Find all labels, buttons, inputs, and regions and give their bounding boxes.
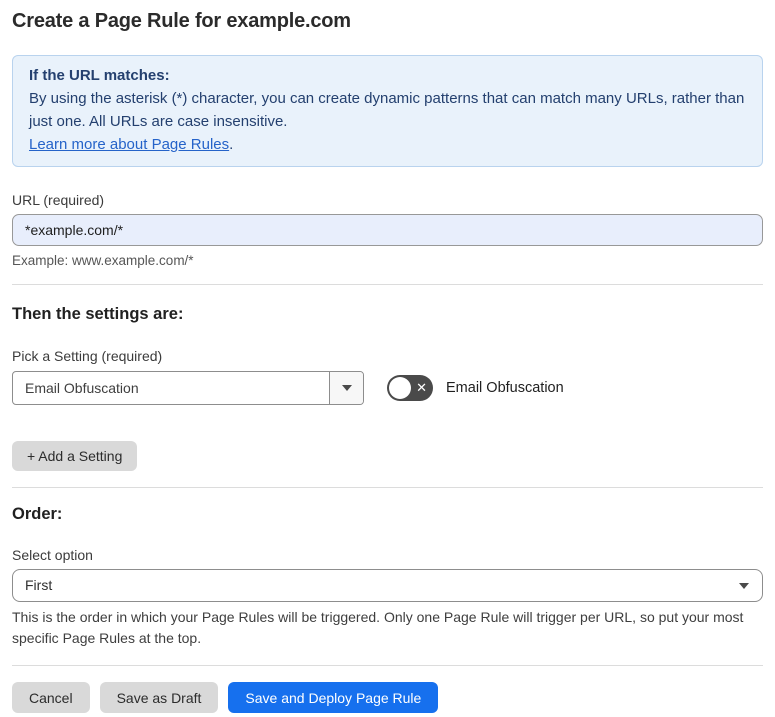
info-box-link-line: Learn more about Page Rules. xyxy=(29,133,746,156)
toggle-label: Email Obfuscation xyxy=(446,380,564,396)
order-section-heading: Order: xyxy=(12,505,63,523)
order-select-value: First xyxy=(25,577,53,593)
save-as-draft-button[interactable]: Save as Draft xyxy=(99,682,219,713)
save-and-deploy-button[interactable]: Save and Deploy Page Rule xyxy=(228,682,439,713)
setting-select-value: Email Obfuscation xyxy=(25,380,139,396)
url-field-label: URL (required) xyxy=(12,192,105,208)
url-example-helper: Example: www.example.com/* xyxy=(12,253,194,268)
url-matches-info-box: If the URL matches: By using the asteris… xyxy=(12,55,763,167)
settings-section-heading: Then the settings are: xyxy=(12,305,184,323)
page-title: Create a Page Rule for example.com xyxy=(12,10,351,32)
setting-select-dropdown-button[interactable] xyxy=(329,372,363,404)
setting-row: Email Obfuscation ✕ Email Obfuscation xyxy=(12,371,763,405)
pick-setting-label: Pick a Setting (required) xyxy=(12,348,163,364)
url-input[interactable] xyxy=(12,214,763,246)
info-box-heading: If the URL matches: xyxy=(29,67,170,84)
footer-actions: Cancel Save as Draft Save and Deploy Pag… xyxy=(12,682,763,713)
toggle-off-x-icon: ✕ xyxy=(416,380,427,396)
divider xyxy=(12,665,763,666)
caret-down-icon xyxy=(341,385,352,391)
info-box-body: By using the asterisk (*) character, you… xyxy=(29,90,745,130)
toggle-knob xyxy=(389,377,411,399)
create-page-rule-form: Create a Page Rule for example.com If th… xyxy=(0,0,775,713)
order-helper-text: This is the order in which your Page Rul… xyxy=(12,609,744,646)
email-obfuscation-toggle[interactable]: ✕ xyxy=(387,375,433,401)
learn-more-link[interactable]: Learn more about Page Rules xyxy=(29,136,229,153)
setting-select[interactable]: Email Obfuscation xyxy=(12,371,364,405)
divider xyxy=(12,284,763,285)
order-select-label: Select option xyxy=(12,547,93,563)
divider xyxy=(12,487,763,488)
link-suffix: . xyxy=(229,136,234,153)
order-select[interactable]: First xyxy=(12,569,763,602)
caret-down-icon xyxy=(739,583,749,589)
add-setting-button[interactable]: + Add a Setting xyxy=(12,441,138,471)
cancel-button[interactable]: Cancel xyxy=(12,682,90,713)
